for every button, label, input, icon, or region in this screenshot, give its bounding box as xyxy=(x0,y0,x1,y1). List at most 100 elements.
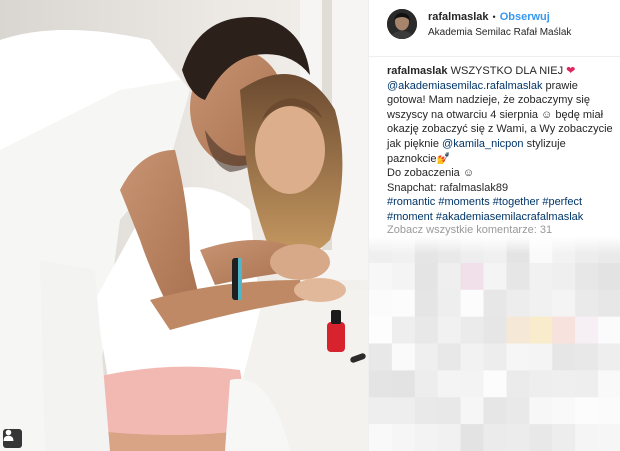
mosaic-tile xyxy=(483,424,507,451)
mosaic-tile xyxy=(575,424,599,451)
mosaic-tile xyxy=(598,262,620,291)
mosaic-tile xyxy=(552,289,576,318)
separator-dot: • xyxy=(492,12,496,22)
mosaic-tile xyxy=(575,262,599,291)
mosaic-tile xyxy=(460,370,485,398)
follow-button[interactable]: Obserwuj xyxy=(500,11,550,23)
mosaic-tile xyxy=(369,262,393,291)
mosaic-tile xyxy=(529,370,553,398)
mosaic-tile xyxy=(552,343,576,371)
hashtag-link[interactable]: #moment xyxy=(387,211,433,223)
post-location[interactable]: Akademia Semilac Rafał Maślak xyxy=(428,27,571,38)
mosaic-tile xyxy=(437,370,462,398)
mosaic-tile xyxy=(369,370,393,398)
hashtag-link[interactable]: #moments xyxy=(438,196,489,208)
mosaic-tile xyxy=(414,424,439,451)
mosaic-tile xyxy=(506,343,530,371)
view-all-comments-link[interactable]: Zobacz wszystkie komentarze: 31 xyxy=(387,224,552,236)
avatar[interactable] xyxy=(387,9,417,39)
mosaic-tile xyxy=(598,424,620,451)
mosaic-tile xyxy=(483,289,507,318)
mosaic-tile xyxy=(369,316,393,345)
mosaic-tile xyxy=(529,262,553,291)
mosaic-tile xyxy=(506,316,530,345)
mosaic-tile xyxy=(414,316,439,345)
hashtag-link[interactable]: #perfect xyxy=(542,196,582,208)
mosaic-tile xyxy=(414,370,439,398)
mosaic-tile xyxy=(529,289,553,318)
mosaic-tile xyxy=(414,397,439,425)
mosaic-tile xyxy=(460,289,485,318)
mosaic-tile xyxy=(369,343,393,371)
mosaic-tile xyxy=(552,262,576,291)
mosaic-tile xyxy=(483,343,507,371)
mosaic-tile xyxy=(460,424,485,451)
photo-illustration xyxy=(0,0,368,451)
pixelated-comments xyxy=(369,236,620,451)
mosaic-tile xyxy=(391,370,416,398)
mosaic-tile xyxy=(369,424,393,451)
post-header: rafalmaslak • Obserwuj Akademia Semilac … xyxy=(369,0,620,57)
mosaic-tile xyxy=(414,262,439,291)
post-caption: rafalmaslak WSZYSTKO DLA NIEJ ❤ @akademi… xyxy=(387,64,615,225)
mosaic-tile xyxy=(391,289,416,318)
mosaic-tile xyxy=(529,343,553,371)
post-photo[interactable] xyxy=(0,0,368,451)
hashtag-link[interactable]: #together xyxy=(493,196,539,208)
mosaic-tile xyxy=(414,289,439,318)
mosaic-tile xyxy=(483,397,507,425)
mosaic-tile xyxy=(575,289,599,318)
mosaic-tile xyxy=(506,370,530,398)
mention-kamila-nicpon[interactable]: @kamila_nicpon xyxy=(442,138,524,150)
mosaic-tile xyxy=(460,343,485,371)
mosaic-tile xyxy=(369,289,393,318)
mosaic-tile xyxy=(437,343,462,371)
mosaic-tile xyxy=(552,397,576,425)
mosaic-tile xyxy=(460,397,485,425)
mosaic-tile xyxy=(598,397,620,425)
mosaic-tile xyxy=(598,370,620,398)
mosaic-tile xyxy=(437,262,462,291)
mosaic-tile xyxy=(414,343,439,371)
mosaic-tile xyxy=(529,397,553,425)
mosaic-tile xyxy=(598,289,620,318)
red-heart-icon: ❤ xyxy=(566,65,576,77)
hashtag-link[interactable]: #akademiasemilacrafalmaslak xyxy=(436,211,583,223)
caption-username[interactable]: rafalmaslak xyxy=(387,65,448,77)
caption-snapchat: Snapchat: rafalmaslak89 xyxy=(387,181,509,194)
mosaic-tile xyxy=(529,424,553,451)
mosaic-tile xyxy=(552,316,576,345)
caption-text-c: Do zobaczenia ☺ xyxy=(387,167,475,180)
mosaic-tile xyxy=(391,316,416,345)
mosaic-tile xyxy=(437,397,462,425)
mosaic-tile xyxy=(552,424,576,451)
mosaic-tile xyxy=(460,262,485,291)
mosaic-tile xyxy=(506,262,530,291)
mosaic-tile xyxy=(575,397,599,425)
mosaic-tile xyxy=(529,316,553,345)
mosaic-tile xyxy=(437,289,462,318)
mosaic-tile xyxy=(391,343,416,371)
mosaic-tile xyxy=(506,424,530,451)
mosaic-tile xyxy=(598,343,620,371)
mosaic-tile xyxy=(506,397,530,425)
blurred-comments-area xyxy=(369,236,620,451)
mosaic-tile xyxy=(391,397,416,425)
hashtag-link[interactable]: #romantic xyxy=(387,196,435,208)
post-sidebar: rafalmaslak • Obserwuj Akademia Semilac … xyxy=(368,0,620,451)
comments-fade xyxy=(369,236,620,254)
mosaic-tile xyxy=(437,316,462,345)
post-author-username[interactable]: rafalmaslak xyxy=(428,11,489,23)
nail-polish-icon: 💅 xyxy=(436,152,451,165)
mosaic-tile xyxy=(506,289,530,318)
mosaic-tile xyxy=(369,397,393,425)
caption-text-line1: WSZYSTKO DLA NIEJ xyxy=(450,65,564,77)
mention-akademiasemilac[interactable]: @akademiasemilac.rafalmaslak xyxy=(387,80,542,92)
mosaic-tile xyxy=(575,370,599,398)
mosaic-tile xyxy=(483,262,507,291)
mosaic-tile xyxy=(575,316,599,345)
mosaic-tile xyxy=(575,343,599,371)
mosaic-tile xyxy=(460,316,485,345)
user-tag-icon[interactable] xyxy=(3,429,22,448)
mosaic-tile xyxy=(598,316,620,345)
